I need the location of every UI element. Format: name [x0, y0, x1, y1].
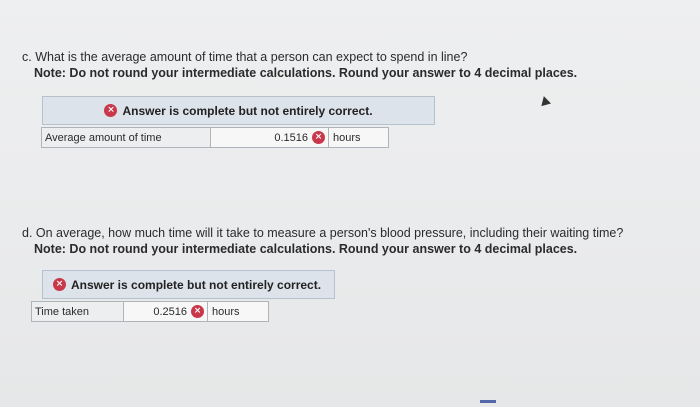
answer-value-d: 0.2516 [153, 305, 187, 318]
answer-label-d: Time taken [31, 301, 124, 322]
question-d-note: Note: Do not round your intermediate cal… [34, 242, 578, 256]
question-c-note: Note: Do not round your intermediate cal… [34, 66, 578, 80]
question-d-text: d. On average, how much time will it tak… [22, 226, 624, 240]
incorrect-icon: × [104, 104, 118, 117]
feedback-text-d: Answer is complete but not entirely corr… [71, 277, 322, 292]
feedback-text-c: Answer is complete but not entirely corr… [122, 103, 373, 118]
answer-label-c: Average amount of time [41, 127, 211, 148]
answer-input-d[interactable]: 0.2516 × [124, 301, 208, 322]
question-d: d. On average, how much time will it tak… [22, 225, 623, 257]
screen-artifact [480, 400, 496, 403]
answer-row-c: Average amount of time 0.1516 × hours [41, 127, 389, 148]
feedback-banner-d: × Answer is complete but not entirely co… [42, 270, 335, 299]
question-c-text: c. What is the average amount of time th… [22, 50, 468, 64]
answer-unit-d: hours [208, 301, 269, 322]
answer-value-c: 0.1516 [274, 131, 308, 144]
mouse-cursor-icon [539, 94, 551, 107]
incorrect-icon: × [191, 305, 204, 318]
answer-row-d: Time taken 0.2516 × hours [31, 301, 269, 322]
incorrect-icon: × [53, 278, 66, 291]
incorrect-icon: × [312, 131, 325, 144]
answer-input-c[interactable]: 0.1516 × [211, 127, 329, 148]
answer-unit-c: hours [329, 127, 389, 148]
feedback-banner-c: × Answer is complete but not entirely co… [42, 96, 435, 125]
question-c: c. What is the average amount of time th… [22, 49, 577, 81]
